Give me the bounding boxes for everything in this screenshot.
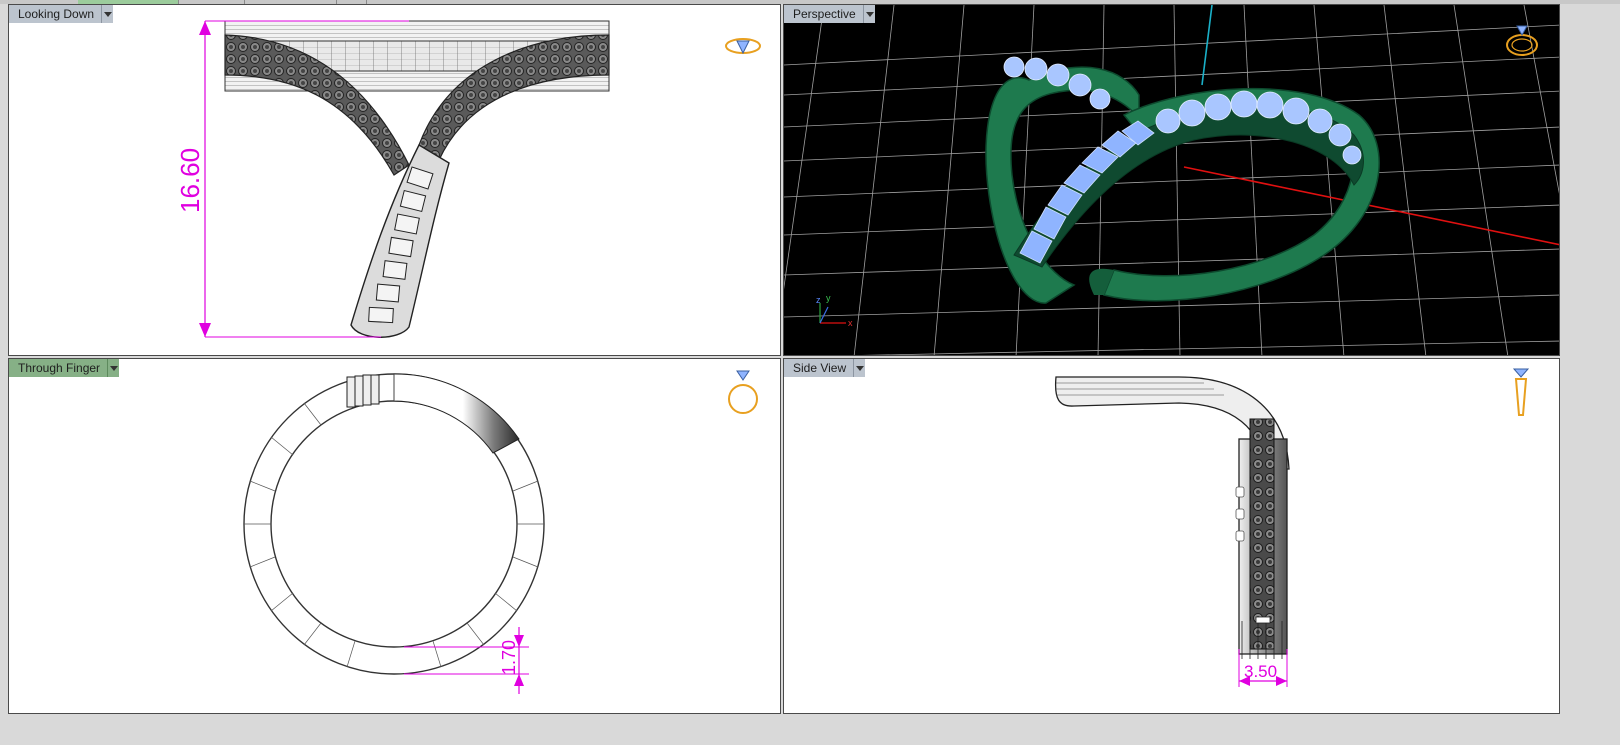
viewport-perspective[interactable]: Perspective x y z bbox=[783, 4, 1560, 356]
ring-side-icon bbox=[1512, 368, 1530, 416]
ring-perspective-icon bbox=[1506, 25, 1538, 56]
dimension-text: 1.70 bbox=[499, 640, 519, 675]
dimension-text: 16.60 bbox=[175, 148, 205, 213]
viewport-title-perspective[interactable]: Perspective bbox=[784, 5, 875, 23]
axis-y-label: y bbox=[826, 293, 831, 303]
chevron-down-icon[interactable] bbox=[108, 359, 120, 377]
gem-setting-top bbox=[346, 374, 380, 408]
axis-gizmo: x y z bbox=[816, 293, 853, 328]
construction-grid bbox=[784, 5, 1559, 355]
side-prongs bbox=[1235, 486, 1245, 542]
viewport-title-looking-down[interactable]: Looking Down bbox=[9, 5, 114, 23]
chevron-down-icon[interactable] bbox=[102, 5, 114, 23]
viewport-looking-down[interactable]: Looking Down 16.60 bbox=[8, 4, 781, 356]
dimension-text: 3.50 bbox=[1244, 662, 1277, 681]
z-axis-line bbox=[1201, 5, 1213, 86]
chevron-down-icon[interactable] bbox=[863, 5, 875, 23]
ring-front-icon bbox=[728, 370, 758, 414]
viewport-label: Side View bbox=[784, 359, 855, 377]
ring-top-wireframe: 16.60 bbox=[175, 20, 610, 338]
ring-side-wireframe: 3.50 bbox=[1054, 376, 1290, 687]
viewport-through-finger[interactable]: Through Finger 1.70 bbox=[8, 358, 781, 714]
viewport-title-side-view[interactable]: Side View bbox=[784, 359, 866, 377]
viewport-title-through-finger[interactable]: Through Finger bbox=[9, 359, 120, 377]
round-gems bbox=[1003, 56, 1362, 165]
axis-x-label: x bbox=[848, 318, 853, 328]
viewport-label: Through Finger bbox=[9, 359, 109, 377]
viewport-label: Looking Down bbox=[9, 5, 103, 23]
ring-top-icon bbox=[725, 38, 761, 55]
viewport-label: Perspective bbox=[784, 5, 864, 23]
axis-z-label: z bbox=[816, 295, 821, 305]
viewport-side-view[interactable]: Side View 3.50 bbox=[783, 358, 1560, 714]
chevron-down-icon[interactable] bbox=[854, 359, 866, 377]
perspective-scene: x y z bbox=[784, 5, 1559, 355]
ring-front-wireframe: 1.70 bbox=[243, 373, 545, 694]
